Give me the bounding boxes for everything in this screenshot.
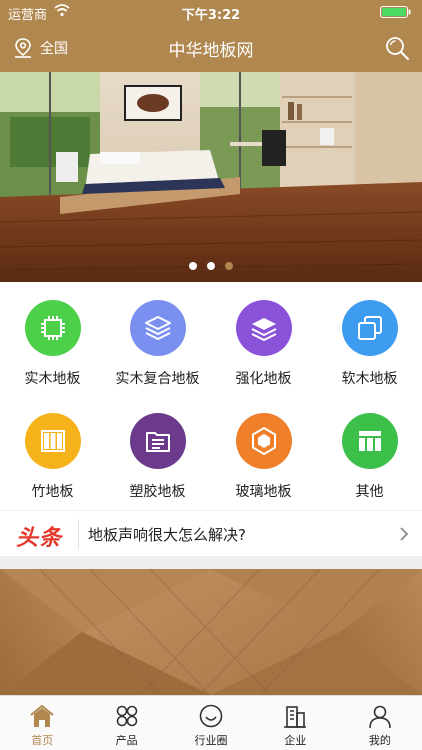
category-label: 强化地板	[235, 371, 292, 387]
chevron-right-icon	[400, 527, 409, 541]
category-other[interactable]: 其他	[317, 395, 422, 508]
chip-icon	[24, 300, 81, 356]
category-engineered-wood[interactable]: 实木复合地板	[105, 282, 210, 395]
hexagon-icon	[235, 413, 292, 469]
headline-divider	[78, 519, 79, 549]
parquet-photo	[0, 569, 422, 695]
home-icon	[30, 704, 54, 727]
document-icon	[129, 413, 186, 469]
category-solid-wood[interactable]: 实木地板	[0, 282, 105, 395]
category-label: 塑胶地板	[129, 484, 186, 500]
columns-icon	[24, 413, 81, 469]
tab-products[interactable]: 产品	[84, 696, 168, 750]
bedroom-photo	[0, 72, 422, 282]
copy-icon	[341, 300, 398, 356]
category-vinyl[interactable]: 塑胶地板	[105, 395, 210, 508]
carousel-indicator	[0, 262, 422, 270]
stack-icon	[235, 300, 292, 356]
category-glass[interactable]: 玻璃地板	[211, 395, 316, 508]
category-laminate[interactable]: 强化地板	[211, 282, 316, 395]
search-icon[interactable]	[384, 35, 410, 61]
top-bar: 运营商 下午3:22 全国 中华地板网	[0, 0, 422, 72]
nav-bar: 全国 中华地板网	[0, 24, 422, 72]
carousel-dot[interactable]	[207, 262, 215, 270]
category-bamboo[interactable]: 竹地板	[0, 395, 105, 508]
category-label: 其他	[355, 484, 384, 500]
tab-label: 首页	[31, 734, 54, 747]
tab-industry-circle[interactable]: 行业圈	[169, 696, 253, 750]
location-label: 全国	[40, 41, 68, 57]
grid-icon	[116, 705, 137, 727]
bottom-tab-bar: 首页 产品 行业圈 企业 我的	[0, 695, 422, 750]
building-icon	[284, 706, 307, 728]
user-icon	[369, 705, 391, 729]
tab-label: 产品	[115, 734, 138, 747]
category-label: 实木地板	[24, 371, 81, 387]
parquet-floor-image[interactable]	[0, 569, 422, 695]
banner-carousel[interactable]	[0, 72, 422, 282]
tab-enterprise[interactable]: 企业	[253, 696, 337, 750]
smile-icon	[199, 704, 223, 728]
status-time: 下午3:22	[181, 8, 241, 23]
section-divider	[0, 556, 422, 569]
location-selector[interactable]: 全国	[12, 36, 68, 60]
category-cork[interactable]: 软木地板	[317, 282, 422, 395]
tab-label: 行业圈	[194, 734, 228, 747]
table-icon	[341, 413, 398, 469]
location-pin-icon	[15, 38, 31, 58]
category-label: 实木复合地板	[115, 371, 200, 387]
headline-text[interactable]: 地板声响很大怎么解决?	[88, 524, 246, 545]
category-label: 玻璃地板	[235, 484, 292, 500]
category-label: 竹地板	[31, 484, 74, 500]
tab-home[interactable]: 首页	[0, 696, 84, 750]
carousel-dot-active[interactable]	[225, 262, 233, 270]
tab-label: 企业	[284, 734, 307, 747]
tab-mine[interactable]: 我的	[338, 696, 422, 750]
tab-label: 我的	[368, 734, 391, 747]
battery-icon	[380, 6, 411, 18]
headline-news-row[interactable]: 头条 地板声响很大怎么解决?	[0, 510, 422, 556]
headline-tag: 头条	[16, 526, 63, 551]
layers-icon	[129, 300, 186, 356]
category-grid: 实木地板 实木复合地板 强化地板 软木地板 竹地板 塑胶地板 玻璃地板 其他	[0, 282, 422, 508]
status-bar: 运营商 下午3:22	[0, 0, 422, 24]
carousel-dot[interactable]	[189, 262, 197, 270]
category-label: 软木地板	[341, 371, 398, 387]
